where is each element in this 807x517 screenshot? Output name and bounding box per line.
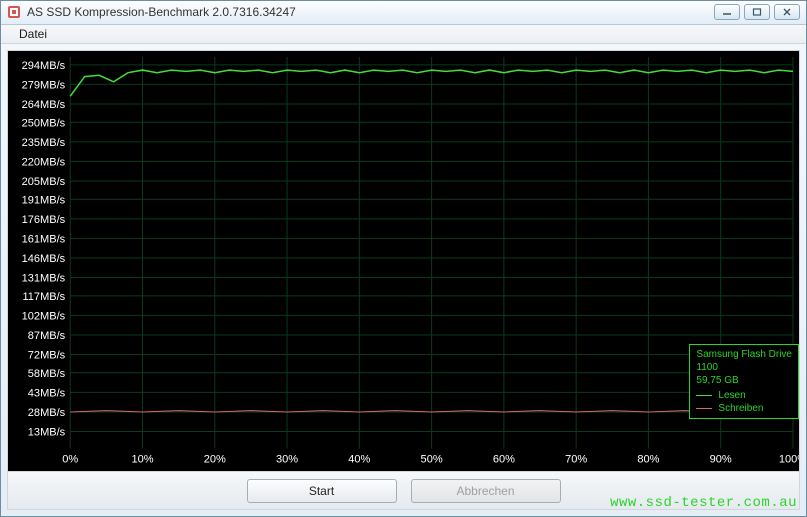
svg-text:131MB/s: 131MB/s (22, 273, 66, 285)
legend-read-row: Lesen (696, 389, 792, 402)
svg-text:87MB/s: 87MB/s (28, 330, 66, 342)
svg-text:43MB/s: 43MB/s (28, 388, 66, 400)
svg-text:90%: 90% (710, 454, 732, 466)
svg-text:191MB/s: 191MB/s (22, 195, 66, 207)
svg-text:220MB/s: 220MB/s (22, 157, 66, 169)
legend-read-label: Lesen (718, 389, 745, 402)
legend-revision: 1100 (696, 361, 792, 374)
legend-write-swatch (696, 408, 712, 409)
app-window: AS SSD Kompression-Benchmark 2.0.7316.34… (0, 0, 807, 517)
watermark-text: www.ssd-tester.com.au (610, 495, 797, 511)
svg-text:13MB/s: 13MB/s (28, 427, 66, 439)
abort-button: Abbrechen (411, 479, 561, 503)
legend-write-label: Schreiben (718, 402, 763, 415)
legend-device: Samsung Flash Drive (696, 348, 792, 361)
svg-text:161MB/s: 161MB/s (22, 234, 66, 246)
titlebar[interactable]: AS SSD Kompression-Benchmark 2.0.7316.34… (1, 1, 806, 25)
app-icon (7, 5, 21, 19)
svg-text:80%: 80% (637, 454, 659, 466)
svg-text:70%: 70% (565, 454, 587, 466)
window-title: AS SSD Kompression-Benchmark 2.0.7316.34… (27, 5, 714, 19)
svg-text:20%: 20% (204, 454, 226, 466)
maximize-button[interactable] (744, 4, 770, 20)
svg-text:146MB/s: 146MB/s (22, 253, 66, 265)
content-panel: 13MB/s 28MB/s 43MB/s 58MB/s 72MB/s 87MB/s 102M… (7, 50, 800, 510)
minimize-button[interactable] (714, 4, 740, 20)
svg-text:264MB/s: 264MB/s (22, 99, 66, 111)
menubar: Datei (1, 25, 806, 45)
start-button[interactable]: Start (247, 479, 397, 503)
chart-svg: 13MB/s 28MB/s 43MB/s 58MB/s 72MB/s 87MB/s 102M… (8, 51, 799, 471)
svg-text:28MB/s: 28MB/s (28, 407, 66, 419)
menu-datei[interactable]: Datei (11, 25, 55, 43)
svg-text:205MB/s: 205MB/s (22, 176, 66, 188)
svg-text:235MB/s: 235MB/s (22, 137, 66, 149)
chart-area: 13MB/s 28MB/s 43MB/s 58MB/s 72MB/s 87MB/s 102M… (8, 51, 799, 471)
window-controls (714, 4, 800, 20)
close-icon (782, 8, 792, 16)
svg-text:0%: 0% (62, 454, 78, 466)
svg-text:102MB/s: 102MB/s (22, 311, 66, 323)
legend-box: Samsung Flash Drive 1100 59,75 GB Lesen … (689, 344, 799, 419)
svg-text:72MB/s: 72MB/s (28, 350, 66, 362)
svg-text:294MB/s: 294MB/s (22, 60, 66, 72)
legend-write-row: Schreiben (696, 402, 792, 415)
minimize-icon (722, 8, 732, 16)
close-button[interactable] (774, 4, 800, 20)
svg-text:117MB/s: 117MB/s (22, 291, 65, 303)
svg-text:279MB/s: 279MB/s (22, 80, 66, 92)
legend-read-swatch (696, 395, 712, 397)
svg-text:100%: 100% (779, 454, 799, 466)
svg-text:10%: 10% (131, 454, 153, 466)
svg-text:250MB/s: 250MB/s (22, 118, 66, 130)
svg-text:30%: 30% (276, 454, 298, 466)
svg-text:176MB/s: 176MB/s (22, 214, 66, 226)
svg-text:50%: 50% (421, 454, 443, 466)
svg-text:58MB/s: 58MB/s (28, 368, 66, 380)
svg-text:60%: 60% (493, 454, 515, 466)
maximize-icon (752, 8, 762, 16)
svg-text:40%: 40% (348, 454, 370, 466)
legend-capacity: 59,75 GB (696, 374, 792, 387)
